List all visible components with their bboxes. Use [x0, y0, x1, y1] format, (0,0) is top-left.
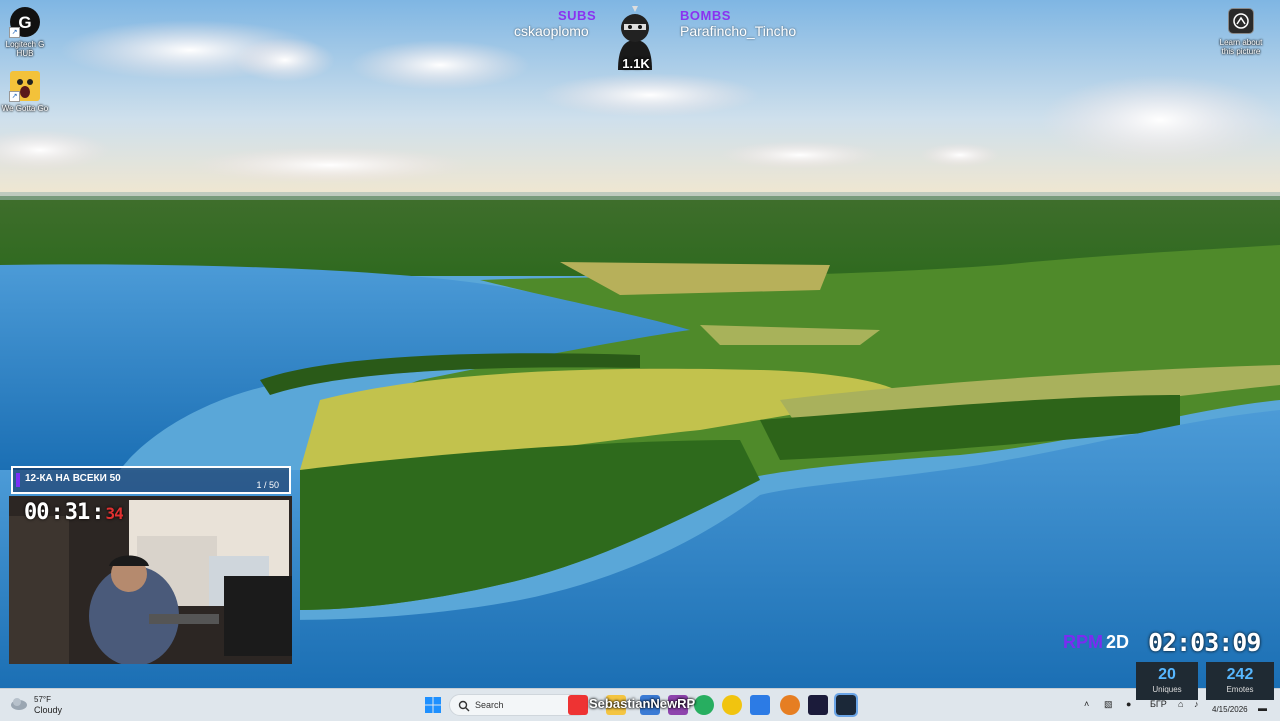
chevron-up-icon[interactable]: ˄	[1084, 699, 1089, 709]
notification-icon[interactable]: ▬	[1258, 703, 1267, 713]
challenge-progress: 1 / 50	[256, 480, 279, 490]
session-timer: 00:31: 34	[24, 500, 124, 525]
mascot-count: 1.1K	[622, 56, 650, 71]
uniques-label: Uniques	[1152, 685, 1182, 694]
svg-text:G: G	[18, 13, 31, 32]
screaming-face-icon: ↗	[9, 70, 41, 102]
bombs-heading: BOMBS	[680, 8, 731, 23]
speaker-icon[interactable]: ♪	[1194, 699, 1199, 709]
windows-icon	[425, 697, 441, 713]
cloud-icon	[10, 696, 28, 715]
learn-about-picture-label: Learn about this picture	[1219, 38, 1263, 56]
steam-icon[interactable]	[834, 693, 858, 717]
stream-clock: 02:03:09	[1148, 628, 1261, 657]
desktop-icon-label: Logitech G HUB	[5, 40, 45, 58]
youtube-icon[interactable]	[568, 695, 588, 715]
chrome-icon[interactable]	[694, 695, 714, 715]
wifi-icon[interactable]: ⌂	[1178, 699, 1183, 709]
desktop-icon-logitech-g-hub[interactable]: G ↗ Logitech G HUB	[0, 6, 50, 58]
premiere-icon[interactable]	[808, 695, 828, 715]
shortcut-arrow-icon: ↗	[9, 27, 20, 38]
channel-name: SebastianNewRP	[589, 696, 696, 711]
network-icon[interactable]: ▧	[1104, 699, 1113, 710]
desktop-icon-label: We Gotta Go	[1, 104, 49, 113]
learn-about-picture[interactable]: Learn about this picture	[1214, 8, 1268, 56]
shortcut-arrow-icon: ↗	[9, 91, 20, 102]
language-indicator[interactable]: БГР	[1150, 699, 1167, 709]
emotes-stat: 242 Emotes	[1206, 662, 1274, 700]
start-button[interactable]	[425, 697, 441, 713]
timer-minutes: 31	[64, 500, 90, 525]
subs-heading: SUBS	[558, 8, 597, 23]
uniques-stat: 20 Uniques	[1136, 662, 1198, 700]
search-placeholder: Search	[475, 700, 504, 710]
browser-icon[interactable]	[780, 695, 800, 715]
challenge-title: 12-КА НА ВСЕКИ 50	[25, 473, 121, 484]
emotes-value: 242	[1226, 666, 1254, 683]
desktop-icon-we-gotta-go[interactable]: ↗ We Gotta Go	[0, 70, 50, 113]
taskbar-date[interactable]: 4/15/2026	[1212, 705, 1248, 714]
taskbar: 57°F Cloudy Search SebastianNewRP ˄ ▧ ● …	[0, 688, 1280, 721]
search-icon	[458, 699, 470, 717]
emotes-label: Emotes	[1226, 685, 1254, 694]
timer-hours: 00	[24, 500, 49, 525]
weather-condition: Cloudy	[34, 705, 63, 715]
logitech-g-icon: G ↗	[9, 6, 41, 38]
weather-temp: 57°F	[34, 695, 51, 704]
rpm-label: RPM	[1063, 632, 1103, 652]
discord-icon[interactable]	[750, 695, 770, 715]
bombs-name: Parafincho_Tincho	[680, 23, 797, 39]
mic-icon[interactable]: ●	[1126, 699, 1131, 709]
rpm-indicator: RPM 2D	[1063, 632, 1129, 653]
rpm-value: 2D	[1106, 632, 1130, 652]
app-icon[interactable]	[722, 695, 742, 715]
timer-seconds: 34	[105, 504, 124, 523]
camera-icon	[1228, 8, 1254, 34]
challenge-bar: 12-КА НА ВСЕКИ 50 1 / 50	[11, 466, 291, 494]
subs-name: cskaoplomo	[514, 23, 589, 39]
uniques-value: 20	[1158, 666, 1176, 683]
